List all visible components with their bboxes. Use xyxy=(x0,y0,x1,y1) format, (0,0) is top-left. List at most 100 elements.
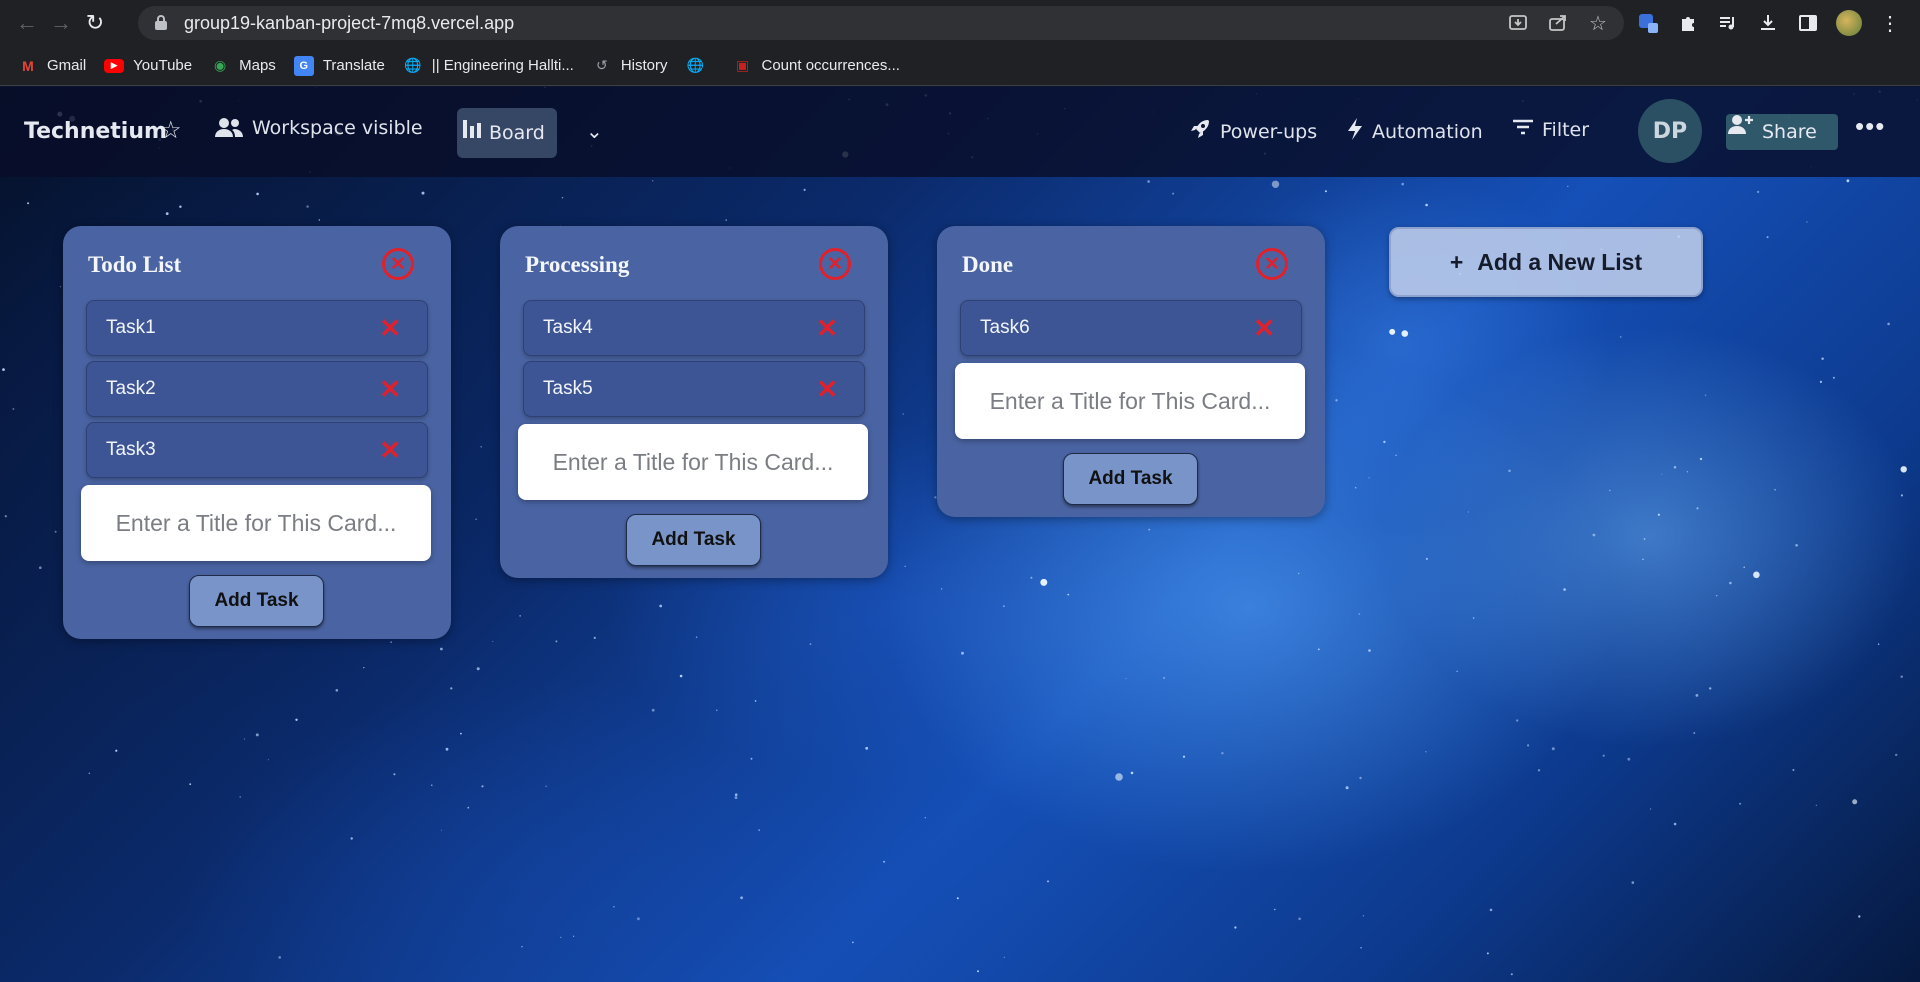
board-view-button[interactable]: Board xyxy=(457,108,557,158)
automation-label: Automation xyxy=(1372,121,1483,143)
star-dot xyxy=(1221,752,1224,755)
star-dot xyxy=(179,205,182,208)
profile-avatar-icon[interactable] xyxy=(1836,10,1862,36)
delete-card-icon[interactable]: ✕ xyxy=(816,376,838,402)
add-task-button[interactable]: Add Task xyxy=(1063,453,1198,505)
star-dot xyxy=(750,757,753,760)
task-card[interactable]: Task1 ✕ xyxy=(86,300,428,356)
bookmark-label: YouTube xyxy=(133,57,193,74)
address-bar[interactable]: group19-kanban-project-7mq8.vercel.app ☆ xyxy=(138,6,1624,40)
star-dot xyxy=(961,651,964,655)
task-card[interactable]: Task3 ✕ xyxy=(86,422,428,478)
card-list: Task4 ✕ Task5 ✕ xyxy=(523,300,865,422)
bookmark-count-occurrences[interactable]: ▣ Count occurrences... xyxy=(733,56,900,76)
new-card-title-input[interactable] xyxy=(518,424,868,500)
star-dot xyxy=(1895,753,1898,757)
delete-card-icon[interactable]: ✕ xyxy=(379,437,401,463)
star-dot xyxy=(1324,190,1327,193)
powerups-button[interactable]: Power-ups xyxy=(1188,117,1317,147)
board-title[interactable]: Technetium xyxy=(24,119,167,144)
star-dot xyxy=(492,640,494,642)
add-new-list-button[interactable]: + Add a New List xyxy=(1389,227,1703,297)
star-dot xyxy=(1486,952,1489,955)
back-arrow-icon[interactable]: ← xyxy=(10,6,44,40)
card-title: Task1 xyxy=(106,317,156,338)
star-dot xyxy=(1695,694,1699,697)
bookmark-engineering[interactable]: 🌐 || Engineering Hallti... xyxy=(403,56,574,76)
bookmark-history[interactable]: ↺ History xyxy=(592,56,668,76)
delete-card-icon[interactable]: ✕ xyxy=(379,376,401,402)
extension-app-icon[interactable] xyxy=(1636,11,1660,35)
url-text[interactable]: group19-kanban-project-7mq8.vercel.app xyxy=(184,13,514,34)
translate-icon: G xyxy=(293,55,314,76)
lightning-icon xyxy=(1346,117,1364,147)
star-dot xyxy=(1130,771,1134,775)
star-dot xyxy=(1047,880,1049,883)
star-dot xyxy=(1067,593,1070,596)
star-dot xyxy=(1609,489,1611,492)
extensions-puzzle-icon[interactable] xyxy=(1676,11,1700,35)
bookmark-maps[interactable]: ◉ Maps xyxy=(210,56,276,76)
star-icon[interactable]: ☆ xyxy=(160,116,182,145)
task-card[interactable]: Task4 ✕ xyxy=(523,300,865,356)
share-button[interactable]: Share xyxy=(1726,114,1838,150)
star-dot xyxy=(1699,457,1703,461)
star-dot xyxy=(390,641,392,643)
forward-arrow-icon[interactable]: → xyxy=(44,6,78,40)
delete-list-icon[interactable]: ✕ xyxy=(819,248,851,280)
download-icon[interactable] xyxy=(1756,11,1780,35)
star-dot xyxy=(1592,533,1596,537)
star-dot xyxy=(2,368,5,371)
star-dot xyxy=(695,636,698,638)
add-task-button[interactable]: Add Task xyxy=(626,514,761,566)
task-card[interactable]: Task6 ✕ xyxy=(960,300,1302,356)
share-label: Share xyxy=(1762,121,1817,143)
delete-card-icon[interactable]: ✕ xyxy=(1253,315,1275,341)
star-dot xyxy=(1846,179,1850,183)
workspace-visible-button[interactable]: Workspace visible xyxy=(214,117,423,139)
side-panel-icon[interactable] xyxy=(1796,11,1820,35)
delete-list-icon[interactable]: ✕ xyxy=(1256,248,1288,280)
avatar[interactable]: DP xyxy=(1638,99,1702,163)
star-dot xyxy=(1358,613,1361,615)
task-card[interactable]: Task2 ✕ xyxy=(86,361,428,417)
bookmark-translate[interactable]: G Translate xyxy=(293,55,385,76)
star-dot xyxy=(4,515,7,518)
delete-card-icon[interactable]: ✕ xyxy=(816,315,838,341)
bookmark-globe[interactable]: 🌐 xyxy=(686,56,715,76)
chevron-down-icon[interactable]: ⌄ xyxy=(586,119,603,144)
bookmark-youtube[interactable]: ▶ YouTube xyxy=(104,57,192,74)
browser-menu-icon[interactable]: ⋮ xyxy=(1878,11,1902,35)
add-task-button[interactable]: Add Task xyxy=(189,575,324,627)
more-options-icon[interactable]: ••• xyxy=(1855,111,1885,142)
star-dot xyxy=(1234,926,1237,929)
star-dot xyxy=(431,784,433,786)
star-dot xyxy=(460,732,462,735)
star-dot xyxy=(754,700,757,702)
delete-list-icon[interactable]: ✕ xyxy=(382,248,414,280)
globe-icon: 🌐 xyxy=(686,57,705,73)
install-app-icon[interactable] xyxy=(1506,11,1530,35)
star-dot xyxy=(1516,719,1519,722)
task-card[interactable]: Task5 ✕ xyxy=(523,361,865,417)
star-dot xyxy=(902,413,904,415)
star-dot xyxy=(1040,578,1048,586)
reload-icon[interactable]: ↻ xyxy=(78,6,112,40)
new-card-title-input[interactable] xyxy=(81,485,431,561)
bookmark-gmail[interactable]: M Gmail xyxy=(18,56,86,76)
share-page-icon[interactable] xyxy=(1546,11,1570,35)
media-queue-icon[interactable] xyxy=(1716,11,1740,35)
star-dot xyxy=(1686,471,1688,473)
filter-button[interactable]: Filter xyxy=(1512,117,1589,142)
star-dot xyxy=(740,896,743,900)
star-dot xyxy=(475,518,477,520)
new-card-title-input[interactable] xyxy=(955,363,1305,439)
star-dot xyxy=(278,956,282,959)
star-dot xyxy=(956,897,959,900)
bookmark-star-icon[interactable]: ☆ xyxy=(1586,11,1610,35)
star-dot xyxy=(1753,571,1760,579)
automation-button[interactable]: Automation xyxy=(1346,117,1483,147)
star-dot xyxy=(1563,588,1566,591)
delete-card-icon[interactable]: ✕ xyxy=(379,315,401,341)
star-dot xyxy=(189,783,192,786)
